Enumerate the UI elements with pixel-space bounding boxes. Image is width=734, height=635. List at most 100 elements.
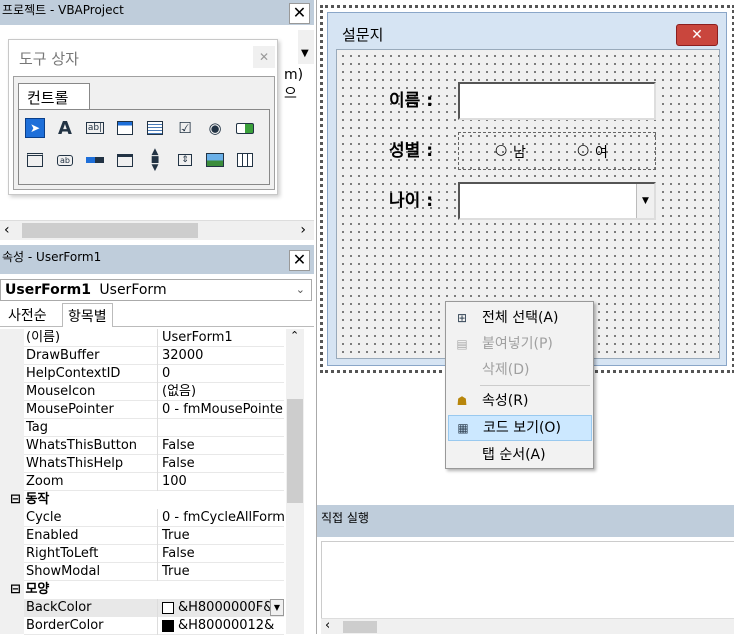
spinbutton-icon[interactable]: ⇕	[175, 150, 195, 170]
toolbox-close-button[interactable]: ✕	[253, 46, 275, 68]
checkbox-icon[interactable]: ☑	[175, 118, 195, 138]
collapse-icon[interactable]: ⊟	[10, 582, 21, 597]
commandbutton-icon[interactable]: ab	[55, 150, 75, 170]
tabstrip-icon[interactable]	[85, 150, 105, 170]
chevron-down-icon[interactable]: ⌄	[296, 280, 305, 300]
property-value[interactable]: (없음)	[160, 383, 286, 401]
property-row[interactable]: DrawBuffer 32000	[24, 347, 284, 365]
listbox-icon[interactable]	[145, 118, 165, 138]
female-radio-icon[interactable]: ○	[577, 142, 589, 158]
immediate-hscroll[interactable]: ‹	[321, 618, 734, 634]
scroll-thumb[interactable]	[343, 621, 377, 633]
menu-tab-order[interactable]: 탭 순서(A)	[448, 442, 592, 468]
property-value[interactable]: UserForm1	[160, 329, 286, 347]
label-icon[interactable]: A	[55, 118, 75, 139]
menu-select-all-label: 전체 선택(A)	[482, 310, 559, 326]
combo-dropdown-button[interactable]: ▼	[636, 184, 654, 218]
tab-categorized[interactable]: 항목별	[62, 303, 113, 327]
project-vscroll[interactable]: ▼	[298, 30, 314, 64]
menu-delete[interactable]: 삭제(D)	[448, 357, 592, 383]
property-row[interactable]: Zoom 100	[24, 473, 284, 491]
property-value[interactable]: &H80000012&	[160, 617, 286, 635]
select-pointer-icon[interactable]: ➤	[25, 118, 45, 138]
chevron-down-icon[interactable]: ▼	[270, 599, 284, 616]
tab-controls[interactable]: 컨트롤	[18, 83, 90, 109]
property-value[interactable]: 100	[160, 473, 286, 491]
property-row[interactable]: WhatsThisButton False	[24, 437, 284, 455]
category-appearance[interactable]: ⊟ 모양	[10, 581, 284, 599]
context-menu: ⊞ 전체 선택(A) ▤ 붙여넣기(P) 삭제(D) ☗ 속성(R) ▦ 코드 …	[445, 301, 594, 469]
togglebutton-icon[interactable]	[235, 118, 255, 138]
property-value[interactable]: 0 - fmCycleAllForm	[160, 509, 286, 527]
menu-select-all[interactable]: ⊞ 전체 선택(A)	[448, 305, 592, 331]
property-value[interactable]: 0 - fmMousePointe	[160, 401, 286, 419]
scroll-thumb[interactable]	[287, 399, 303, 503]
scroll-thumb[interactable]	[22, 223, 198, 238]
property-row[interactable]: Tag	[24, 419, 284, 437]
menu-properties[interactable]: ☗ 속성(R)	[448, 388, 592, 414]
collapse-icon[interactable]: ⊟	[10, 492, 21, 507]
property-row[interactable]: ShowModal True	[24, 563, 284, 581]
multipage-icon[interactable]	[115, 150, 135, 170]
refedit-icon[interactable]	[235, 150, 255, 170]
property-row[interactable]: HelpContextID 0	[24, 365, 284, 383]
scroll-down-icon[interactable]: ▼	[301, 48, 309, 59]
gender-label: 성별 :	[389, 141, 433, 161]
property-name: Enabled	[24, 527, 158, 545]
property-row[interactable]: BackColor &H8000000F& ▼	[24, 599, 284, 617]
optionbutton-icon[interactable]: ◉	[205, 118, 225, 138]
gender-frame[interactable]: ○ 남 ○ 여	[458, 132, 656, 170]
scroll-left-icon[interactable]: ‹	[4, 222, 10, 238]
scroll-up-icon[interactable]: ⌃	[290, 329, 299, 342]
property-value[interactable]: True	[160, 563, 286, 581]
scroll-right-icon[interactable]: ›	[300, 222, 306, 238]
menu-separator	[480, 385, 590, 386]
male-radio-icon[interactable]: ○	[495, 142, 507, 158]
property-value[interactable]: 0	[160, 365, 286, 383]
property-row[interactable]: Cycle 0 - fmCycleAllForm	[24, 509, 286, 527]
property-row[interactable]: (이름) UserForm1	[24, 329, 284, 347]
frame-icon[interactable]	[25, 150, 45, 170]
textbox-icon[interactable]: ab|	[85, 118, 105, 138]
property-value[interactable]: 32000	[160, 347, 286, 365]
menu-paste[interactable]: ▤ 붙여넣기(P)	[448, 331, 592, 357]
property-value[interactable]: True	[160, 527, 286, 545]
combobox-icon[interactable]	[115, 118, 135, 138]
form-close-button[interactable]: ✕	[676, 24, 718, 46]
property-name: (이름)	[24, 329, 158, 347]
project-hscroll[interactable]: ‹ ›	[0, 220, 314, 240]
immediate-title-text: 직접 실행	[321, 511, 369, 525]
color-swatch	[162, 602, 174, 614]
menu-view-code[interactable]: ▦ 코드 보기(O)	[448, 415, 592, 441]
property-row[interactable]: WhatsThisHelp False	[24, 455, 284, 473]
property-name: Tag	[24, 419, 158, 437]
property-row[interactable]: RightToLeft False	[24, 545, 284, 563]
properties-vscroll[interactable]: ⌃	[286, 329, 304, 634]
property-row[interactable]: BorderColor &H80000012&	[24, 617, 284, 635]
project-close-button[interactable]: ✕	[289, 3, 310, 24]
scrollbar-icon[interactable]: ▲ ■ ▼	[145, 148, 165, 173]
property-name: Cycle	[24, 509, 158, 527]
property-name: MouseIcon	[24, 383, 158, 401]
properties-icon: ☗	[456, 394, 468, 408]
tab-alphabetic[interactable]: 사전순	[8, 305, 47, 325]
property-value[interactable]	[160, 419, 286, 437]
dropdown-arrow-icon[interactable]: ▼	[642, 196, 649, 206]
toolbox-window: 도구 상자 ✕ 컨트롤 ➤ A ab| ☑ ◉ ab ▲ ■ ▼ ⇕	[8, 39, 278, 195]
property-row[interactable]: Enabled True	[24, 527, 284, 545]
scroll-left-icon[interactable]: ‹	[325, 618, 330, 633]
properties-close-button[interactable]: ✕	[289, 250, 310, 271]
property-value[interactable]: &H8000000F&	[160, 599, 286, 617]
project-partial-text: m)으	[284, 67, 304, 102]
property-value[interactable]: False	[160, 545, 286, 563]
property-name: BackColor	[24, 599, 158, 617]
age-combobox[interactable]: ▼	[458, 182, 656, 220]
object-selector[interactable]: UserForm1 UserForm ⌄	[0, 279, 312, 301]
name-textbox[interactable]	[458, 82, 656, 120]
property-value[interactable]: False	[160, 437, 286, 455]
image-icon[interactable]	[205, 150, 225, 170]
category-behavior[interactable]: ⊟ 동작	[10, 491, 284, 509]
property-value[interactable]: False	[160, 455, 286, 473]
property-row[interactable]: MouseIcon (없음)	[24, 383, 284, 401]
property-row[interactable]: MousePointer 0 - fmMousePointe	[24, 401, 284, 419]
